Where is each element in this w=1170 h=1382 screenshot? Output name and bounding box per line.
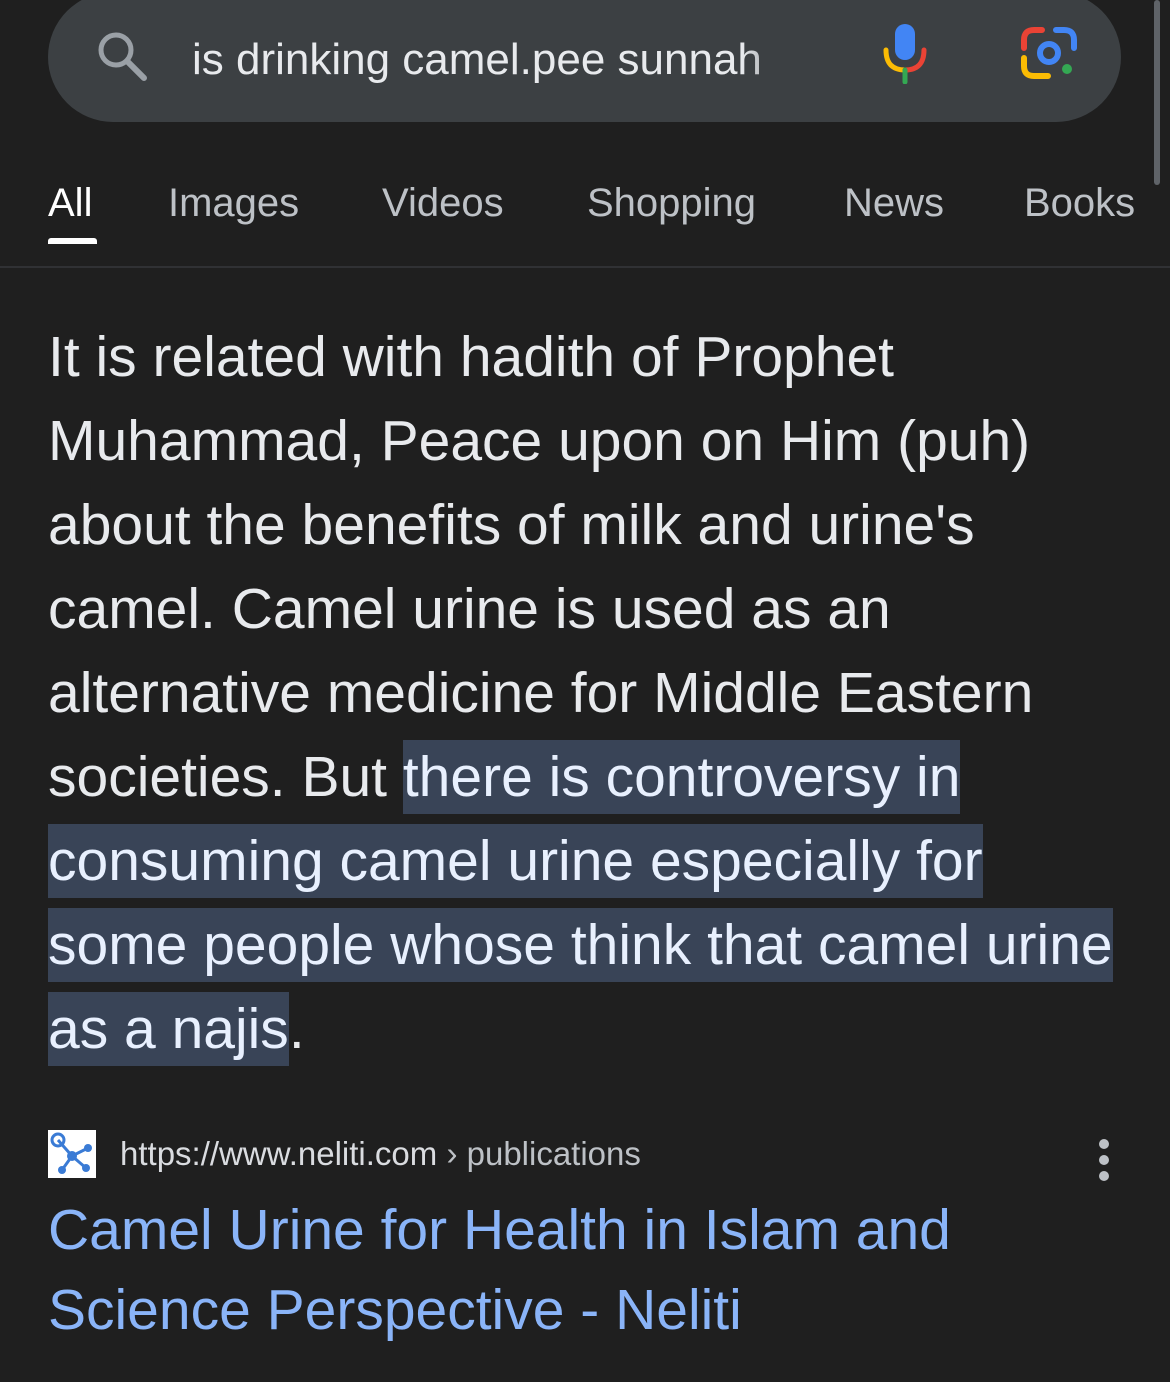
search-results-page: is drinking camel.pee sunnah All Images … (0, 0, 1170, 1382)
tab-shopping[interactable]: Shopping (587, 178, 756, 228)
result-url[interactable]: https://www.neliti.com › publications (120, 1132, 641, 1176)
search-bar[interactable]: is drinking camel.pee sunnah (48, 0, 1121, 122)
search-icon (98, 32, 147, 81)
tab-news[interactable]: News (844, 178, 944, 228)
active-tab-indicator (48, 238, 97, 244)
google-lens-icon[interactable] (1018, 24, 1080, 82)
snippet-plain-text: It is related with hadith of Prophet Muh… (48, 325, 1034, 809)
microphone-icon[interactable] (880, 22, 930, 84)
scrollbar[interactable] (1154, 0, 1160, 185)
tab-all[interactable]: All (48, 178, 92, 228)
tab-books[interactable]: Books (1024, 178, 1135, 228)
tab-videos[interactable]: Videos (382, 178, 504, 228)
search-tabs: All Images Videos Shopping News Books (0, 160, 1170, 268)
result-url-path: › publications (437, 1135, 641, 1172)
result-title-link[interactable]: Camel Urine for Health in Islam and Scie… (48, 1190, 1128, 1350)
result-url-domain: https://www.neliti.com (120, 1135, 438, 1172)
neliti-favicon (48, 1130, 96, 1178)
tab-images[interactable]: Images (168, 178, 299, 228)
featured-snippet-text: It is related with hadith of Prophet Muh… (48, 315, 1128, 1071)
more-vert-icon[interactable] (1088, 1136, 1120, 1184)
snippet-end-text: . (288, 997, 305, 1061)
search-input[interactable]: is drinking camel.pee sunnah (192, 30, 817, 90)
